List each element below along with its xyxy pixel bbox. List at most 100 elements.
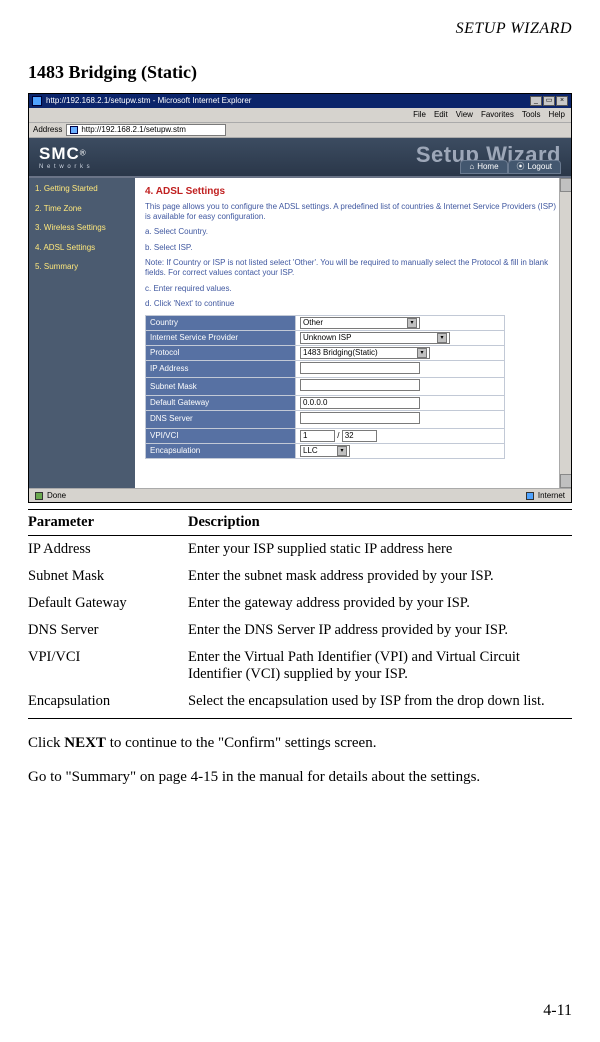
ie-address-bar: Address http://192.168.2.1/setupw.stm	[29, 122, 571, 138]
sidebar-item-wireless[interactable]: 3. Wireless Settings	[35, 223, 129, 233]
ie-icon	[32, 96, 42, 106]
body-paragraph-2: Go to "Summary" on page 4-15 in the manu…	[28, 767, 572, 787]
param-name: Default Gateway	[28, 590, 188, 617]
gateway-label: Default Gateway	[146, 395, 296, 410]
step-c: c. Enter required values.	[145, 284, 561, 294]
router-header: SMC® N e t w o r k s Setup Wizard ⌂Home …	[29, 138, 571, 178]
vpivci-label: VPI/VCI	[146, 428, 296, 443]
table-row: DNS ServerEnter the DNS Server IP addres…	[28, 617, 572, 644]
logout-button[interactable]: ⦿Logout	[508, 160, 561, 174]
globe-icon	[70, 126, 78, 134]
param-name: DNS Server	[28, 617, 188, 644]
th-parameter: Parameter	[28, 510, 188, 536]
ie-statusbar: Done Internet	[29, 488, 571, 502]
ie-menubar: File Edit View Favorites Tools Help	[29, 108, 571, 122]
table-row: Default GatewayEnter the gateway address…	[28, 590, 572, 617]
vpi-input[interactable]: 1	[300, 430, 335, 442]
encapsulation-value: LLC	[303, 446, 318, 456]
menu-favorites[interactable]: Favorites	[481, 110, 514, 120]
content-title: 4. ADSL Settings	[145, 186, 561, 198]
content-note: Note: If Country or ISP is not listed se…	[145, 258, 561, 277]
wizard-content: 4. ADSL Settings This page allows you to…	[135, 178, 571, 488]
content-scrollbar[interactable]	[559, 178, 571, 488]
param-desc: Enter the Virtual Path Identifier (VPI) …	[188, 644, 572, 688]
protocol-value: 1483 Bridging(Static)	[303, 348, 378, 358]
sidebar-item-time-zone[interactable]: 2. Time Zone	[35, 204, 129, 214]
vci-input[interactable]: 32	[342, 430, 377, 442]
menu-tools[interactable]: Tools	[522, 110, 541, 120]
address-input[interactable]: http://192.168.2.1/setupw.stm	[66, 124, 226, 136]
status-done-icon	[35, 492, 43, 500]
param-name: Encapsulation	[28, 688, 188, 719]
chevron-down-icon: ▾	[417, 348, 427, 358]
sidebar-item-getting-started[interactable]: 1. Getting Started	[35, 184, 129, 194]
param-name: IP Address	[28, 536, 188, 564]
content-intro: This page allows you to configure the AD…	[145, 202, 561, 221]
param-desc: Enter the subnet mask address provided b…	[188, 563, 572, 590]
ie-titlebar: http://192.168.2.1/setupw.stm - Microsof…	[29, 94, 571, 108]
dns-input[interactable]	[300, 412, 420, 424]
country-label: Country	[146, 315, 296, 330]
section-title: 1483 Bridging (Static)	[28, 62, 197, 82]
status-left: Done	[47, 491, 66, 501]
menu-file[interactable]: File	[413, 110, 426, 120]
wizard-sidebar: 1. Getting Started 2. Time Zone 3. Wirel…	[29, 178, 135, 488]
status-right: Internet	[538, 491, 565, 501]
logo-registered: ®	[80, 148, 86, 157]
menu-help[interactable]: Help	[549, 110, 565, 120]
router-body: 1. Getting Started 2. Time Zone 3. Wirel…	[29, 178, 571, 488]
running-head: SETUP WIZARD	[456, 20, 572, 37]
table-row: VPI/VCIEnter the Virtual Path Identifier…	[28, 644, 572, 688]
ip-input[interactable]	[300, 362, 420, 374]
window-minimize-button[interactable]: _	[530, 96, 542, 106]
menu-view[interactable]: View	[456, 110, 473, 120]
table-row: Subnet MaskEnter the subnet mask address…	[28, 563, 572, 590]
window-maximize-button[interactable]: ▭	[543, 96, 555, 106]
home-button[interactable]: ⌂Home	[460, 160, 507, 174]
mask-input[interactable]	[300, 379, 420, 391]
country-select[interactable]: Other ▾	[300, 317, 420, 329]
country-value: Other	[303, 318, 323, 328]
dns-label: DNS Server	[146, 410, 296, 428]
home-icon: ⌂	[469, 162, 474, 172]
mask-label: Subnet Mask	[146, 378, 296, 396]
isp-value: Unknown ISP	[303, 333, 351, 343]
param-desc: Enter the gateway address provided by yo…	[188, 590, 572, 617]
vpivci-slash: /	[337, 431, 339, 440]
body1c: to continue to the "Confirm" settings sc…	[106, 735, 377, 751]
param-name: Subnet Mask	[28, 563, 188, 590]
step-b: b. Select ISP.	[145, 243, 561, 253]
param-desc: Enter your ISP supplied static IP addres…	[188, 536, 572, 564]
page-number: 4-11	[543, 1002, 572, 1020]
address-label: Address	[33, 125, 62, 135]
protocol-label: Protocol	[146, 345, 296, 360]
gateway-input[interactable]: 0.0.0.0	[300, 397, 420, 409]
step-d: d. Click 'Next' to continue	[145, 299, 561, 309]
address-url: http://192.168.2.1/setupw.stm	[81, 125, 186, 135]
th-description: Description	[188, 510, 572, 536]
parameter-table: Parameter Description IP AddressEnter yo…	[28, 509, 572, 719]
internet-zone-icon	[526, 492, 534, 500]
body1a: Click	[28, 735, 64, 751]
adsl-form: Country Other▾ Internet Service Provider…	[145, 315, 505, 459]
encapsulation-select[interactable]: LLC▾	[300, 445, 350, 457]
sidebar-item-adsl[interactable]: 4. ADSL Settings	[35, 243, 129, 253]
table-row: EncapsulationSelect the encapsulation us…	[28, 688, 572, 719]
isp-select[interactable]: Unknown ISP ▾	[300, 332, 450, 344]
smc-logo: SMC® N e t w o r k s	[39, 144, 91, 172]
param-name: VPI/VCI	[28, 644, 188, 688]
ip-label: IP Address	[146, 360, 296, 378]
param-desc: Enter the DNS Server IP address provided…	[188, 617, 572, 644]
step-a: a. Select Country.	[145, 227, 561, 237]
param-desc: Select the encapsulation used by ISP fro…	[188, 688, 572, 719]
menu-edit[interactable]: Edit	[434, 110, 448, 120]
sidebar-item-summary[interactable]: 5. Summary	[35, 262, 129, 272]
logo-text: SMC	[39, 144, 80, 163]
chevron-down-icon: ▾	[407, 318, 417, 328]
window-close-button[interactable]: ×	[556, 96, 568, 106]
chevron-down-icon: ▾	[437, 333, 447, 343]
encapsulation-label: Encapsulation	[146, 443, 296, 458]
logout-label: Logout	[528, 162, 552, 172]
screenshot-window: http://192.168.2.1/setupw.stm - Microsof…	[28, 93, 572, 503]
protocol-select[interactable]: 1483 Bridging(Static) ▾	[300, 347, 430, 359]
